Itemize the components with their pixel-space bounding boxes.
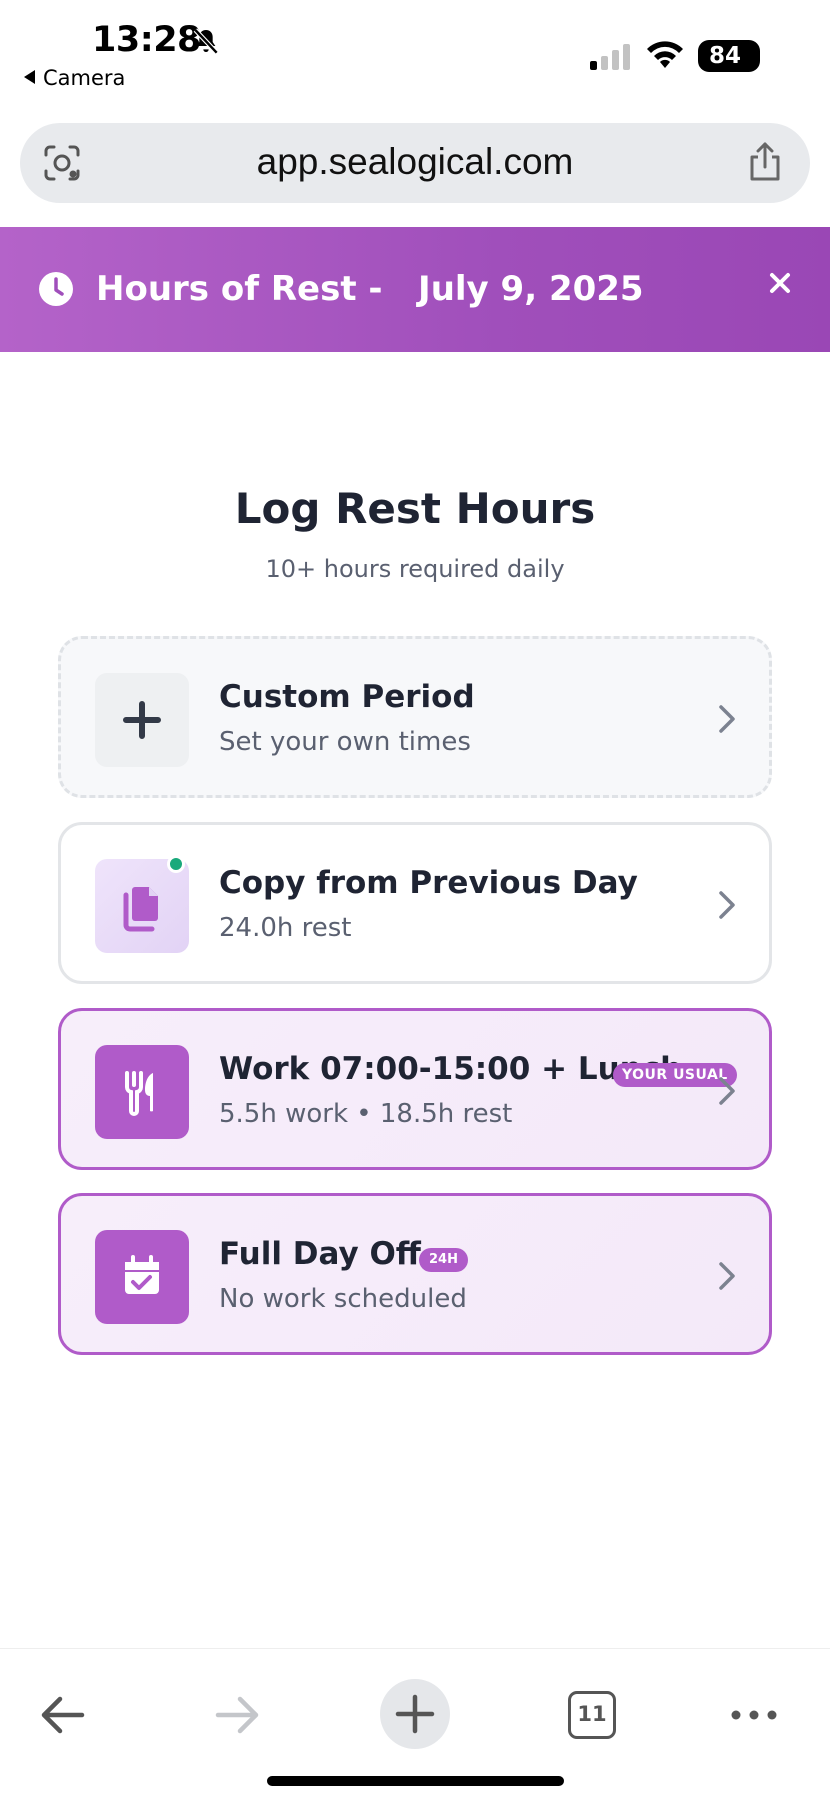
chevron-right-icon [719,705,735,733]
option-title: Custom Period [219,679,475,715]
utensils-icon [125,1071,153,1116]
status-dot [167,855,185,873]
custom-period-option[interactable]: Custom Period Set your own times [58,636,772,798]
plus-icon [123,701,161,739]
share-icon[interactable] [746,141,784,183]
tabs-icon[interactable]: 11 [568,1691,616,1739]
camera-back-icon [24,70,35,84]
wifi-icon [647,41,683,68]
work-usual-option[interactable]: Work 07:00-15:00 + Lunch YOUR USUAL 5.5h… [58,1008,772,1170]
custom-icon-box [95,673,189,767]
option-title: Work 07:00-15:00 + Lunch [219,1051,683,1087]
cellular-signal-icon [590,44,630,70]
option-subtitle: No work scheduled [219,1284,467,1314]
clock-icon [39,272,73,306]
option-subtitle: 5.5h work • 18.5h rest [219,1099,513,1129]
new-tab-button[interactable] [380,1679,450,1749]
calendar-check-icon [125,1255,159,1294]
option-subtitle: Set your own times [219,727,471,757]
chevron-right-icon [719,1262,735,1290]
arrow-right-icon[interactable] [212,1685,264,1745]
section-subheading: 10+ hours required daily [265,555,565,583]
status-time: 13:28 [92,20,201,60]
back-app-label: Camera [43,66,126,90]
chevron-right-icon [719,1077,735,1105]
arrow-left-icon[interactable] [36,1685,88,1745]
option-subtitle: 24.0h rest [219,913,352,943]
day-off-icon-box [95,1230,189,1324]
copy-icon-box [95,859,189,953]
option-title: Full Day Off [219,1236,421,1272]
chevron-right-icon [719,891,735,919]
back-to-camera[interactable]: Camera [24,66,125,90]
work-icon-box [95,1045,189,1139]
page-title: Hours of Rest - July 9, 2025 [96,269,644,309]
section-heading: Log Rest Hours [234,484,596,533]
new-tab-plus-icon [395,1694,435,1734]
option-title: Copy from Previous Day [219,865,638,901]
address-bar[interactable]: app.sealogical.com [20,123,810,203]
url-text[interactable]: app.sealogical.com [20,141,810,183]
battery-icon: 84 [698,40,765,72]
more-icon[interactable] [730,1685,778,1745]
copy-previous-day-option[interactable]: Copy from Previous Day 24.0h rest [58,822,772,984]
bell-slash-icon [193,28,219,55]
copy-icon [123,887,158,932]
full-day-off-option[interactable]: Full Day Off 24H No work scheduled [58,1193,772,1355]
close-icon[interactable] [768,271,792,295]
status-bar: 13:28 Camera 84 [0,0,830,110]
page-header-banner: Hours of Rest - July 9, 2025 [0,227,830,352]
battery-level: 84 [708,43,741,69]
24h-badge: 24H [419,1248,468,1272]
home-indicator[interactable] [267,1776,564,1786]
